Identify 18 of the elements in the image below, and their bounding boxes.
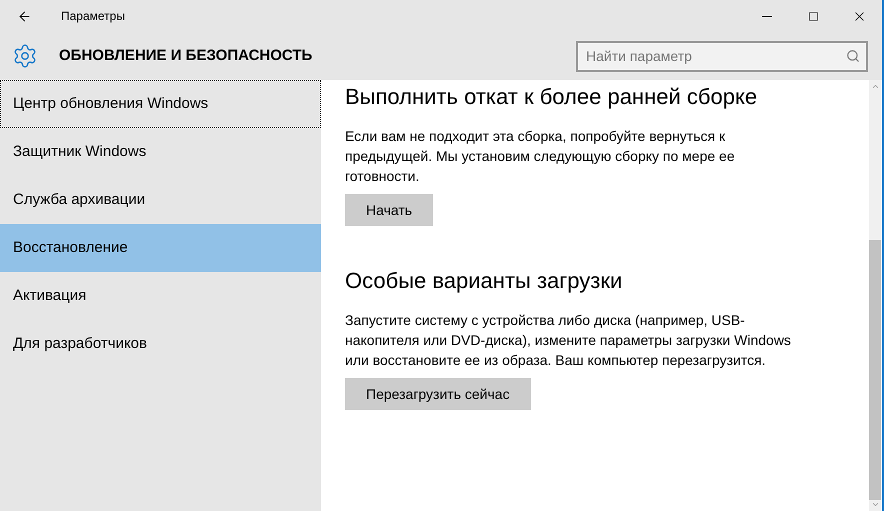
settings-icon: [12, 43, 38, 69]
sidebar-item[interactable]: Восстановление: [0, 224, 321, 272]
page-title: ОБНОВЛЕНИЕ И БЕЗОПАСНОСТЬ: [59, 46, 312, 66]
maximize-icon: [808, 10, 818, 22]
section-description: Запустите систему с устройства либо диска (например, USB-накопителя или DVD-диска), измените параметры загрузки Windows или восстановите ее из образа. Ваш компьютер перезагрузится.: [345, 311, 792, 370]
scroll-down-icon: [870, 500, 880, 509]
search-field[interactable]: Найти параметр: [576, 40, 868, 72]
window-title: Параметры: [61, 8, 125, 25]
section-heading: Выполнить откат к более ранней сборке: [345, 83, 758, 111]
section-heading: Особые варианты загрузки: [345, 267, 624, 295]
scroll-thumb[interactable]: [869, 240, 881, 500]
section-description: Если вам не подходит эта сборка, попробуйте вернуться к предыдущей. Мы установим следующую сборку по мере ее готовности.: [345, 127, 736, 186]
search-icon: [846, 48, 860, 62]
sidebar-item[interactable]: Центр обновления Windows: [0, 80, 321, 128]
section-button[interactable]: Перезагрузить сейчас: [345, 378, 531, 410]
section-button[interactable]: Начать: [345, 194, 434, 226]
scrollbar[interactable]: [869, 80, 881, 511]
scroll-up-icon: [870, 82, 880, 91]
